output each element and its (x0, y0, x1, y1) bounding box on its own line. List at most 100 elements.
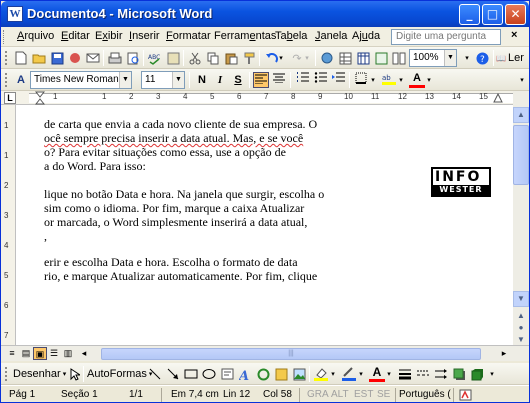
title-bar[interactable]: W Documento4 - Microsoft Word _ □ ✕ (1, 1, 529, 27)
web-layout-icon[interactable]: ▤ (19, 347, 33, 360)
vertical-scrollbar[interactable]: ▲ ▼ ▲ ● ▼ (513, 91, 529, 349)
spelling-status-icon[interactable] (459, 389, 475, 401)
styles-icon[interactable]: A (13, 72, 29, 88)
open-folder-icon[interactable] (31, 50, 47, 66)
borders-dropdown-icon[interactable]: ▾ (369, 72, 377, 88)
document-line[interactable]: o? Para evitar situações como essa, use … (44, 145, 286, 160)
diagram-icon[interactable] (255, 366, 271, 382)
insert-table-icon[interactable] (355, 50, 371, 66)
line-color-dropdown-icon[interactable]: ▾ (357, 366, 365, 382)
document-line[interactable]: erir e escolha Data e hora. Escolha o fo… (44, 255, 298, 270)
menu-inserir[interactable]: Inserir (129, 30, 160, 42)
draw-font-color-dropdown-icon[interactable]: ▾ (385, 366, 393, 382)
horizontal-scroll-thumb[interactable]: ||| (101, 348, 481, 360)
toolbar-grip[interactable] (5, 367, 8, 381)
email-icon[interactable] (85, 50, 101, 66)
document-line[interactable]: sim como o idioma. Por fim, marque a cai… (44, 201, 304, 216)
line-color-icon[interactable] (341, 366, 357, 382)
menu-exibir[interactable]: Exibir (95, 30, 123, 42)
bullets-button[interactable] (312, 72, 328, 88)
redo-dropdown-icon[interactable]: ▾ (303, 50, 311, 66)
status-trk[interactable]: ALT (331, 389, 349, 400)
tables-borders-icon[interactable] (337, 50, 353, 66)
wordart-icon[interactable]: A (237, 366, 253, 382)
print-layout-icon[interactable]: ▣ (33, 347, 47, 360)
borders-button[interactable] (353, 72, 369, 88)
draw-menu-button[interactable]: Desenhar ▾ (13, 366, 69, 382)
document-line[interactable]: or marcada, o Word simplesmente inserirá… (44, 215, 307, 230)
drawing-toolbar-options-icon[interactable]: ▾ (487, 366, 497, 382)
status-rec[interactable]: GRA (307, 389, 329, 400)
spelling-icon[interactable]: ABC (147, 50, 163, 66)
document-line[interactable]: , (44, 229, 47, 244)
print-icon[interactable] (107, 50, 123, 66)
menu-formatar[interactable]: Formatar (166, 30, 211, 42)
menu-editar[interactable]: Editar (61, 30, 90, 42)
new-document-icon[interactable] (13, 50, 29, 66)
shadow-style-icon[interactable] (451, 366, 467, 382)
insert-picture-icon[interactable] (291, 366, 307, 382)
menu-janela[interactable]: Janela (315, 30, 347, 42)
save-icon[interactable] (49, 50, 65, 66)
toolbar-grip[interactable] (5, 51, 8, 65)
word-app-icon[interactable]: W (7, 6, 23, 22)
read-button[interactable]: 📖 Ler (496, 50, 524, 66)
menu-tabela[interactable]: Tabela (275, 30, 307, 42)
status-ovr[interactable]: SE (377, 389, 390, 400)
menu-ajuda[interactable]: Ajuda (352, 30, 380, 42)
document-area[interactable]: de carta que envia a cada novo cliente d… (16, 105, 513, 345)
tab-selector-icon[interactable]: L (4, 92, 16, 104)
horizontal-ruler[interactable]: L 1 1 2 3 4 5 6 7 8 9 10 11 12 13 14 15 (1, 91, 529, 105)
line-tool-icon[interactable] (147, 366, 163, 382)
document-line[interactable]: lique no botão Data e hora. Na janela qu… (44, 187, 324, 202)
zoom-dropdown-icon[interactable]: ▼ (444, 50, 456, 66)
menu-ferramentas[interactable]: Ferramentas (214, 30, 276, 42)
autoshapes-menu-button[interactable]: AutoFormas ▾ (87, 366, 152, 382)
help-icon[interactable]: ? (475, 50, 489, 66)
document-line[interactable]: ocê sempre precisa inserir a data atual.… (44, 131, 303, 146)
indent-marker-icon[interactable] (35, 91, 45, 105)
vertical-scroll-thumb[interactable] (513, 125, 529, 185)
zoom-select[interactable]: 100% ▼ (409, 49, 457, 67)
document-line[interactable]: rio, e marque Atualizar automaticamente.… (44, 269, 317, 284)
vertical-ruler[interactable]: 1 1 2 3 4 5 6 7 (1, 105, 16, 345)
hyperlink-icon[interactable] (319, 50, 335, 66)
textbox-tool-icon[interactable] (219, 366, 235, 382)
rectangle-tool-icon[interactable] (183, 366, 199, 382)
maximize-button[interactable]: □ (482, 4, 503, 25)
font-size-select[interactable]: 11 ▼ (141, 71, 185, 89)
right-indent-icon[interactable] (493, 93, 503, 103)
select-objects-icon[interactable] (67, 366, 83, 382)
outline-view-icon[interactable]: ☰ (47, 347, 61, 360)
font-select[interactable]: Times New Roman ▼ (30, 71, 132, 89)
reading-layout-icon[interactable]: ▥ (61, 347, 75, 360)
font-color-button[interactable]: A (409, 72, 425, 88)
insert-excel-icon[interactable] (373, 50, 389, 66)
status-ext[interactable]: EST (354, 389, 373, 400)
print-preview-icon[interactable] (125, 50, 141, 66)
italic-button[interactable]: I (212, 72, 228, 88)
toolbar-dropdown-icon[interactable]: ▾ (461, 50, 473, 66)
undo-dropdown-icon[interactable]: ▾ (277, 50, 285, 66)
dash-style-icon[interactable] (415, 366, 431, 382)
3d-style-icon[interactable] (469, 366, 485, 382)
arrow-style-icon[interactable] (433, 366, 449, 382)
bold-button[interactable]: N (194, 72, 210, 88)
close-button[interactable]: ✕ (505, 4, 526, 25)
paste-icon[interactable] (223, 50, 239, 66)
draw-font-color-icon[interactable]: A (369, 366, 385, 382)
align-left-button[interactable] (253, 72, 269, 88)
permission-icon[interactable] (67, 50, 83, 66)
document-line[interactable]: a do Word. Para isso: (44, 159, 146, 174)
underline-button[interactable]: S (230, 72, 246, 88)
scroll-up-button[interactable]: ▲ (513, 107, 529, 123)
minimize-button[interactable]: _ (459, 4, 480, 25)
indent-button[interactable] (330, 72, 346, 88)
menu-arquivo[interactable]: Arquivo (17, 30, 54, 42)
copy-icon[interactable] (205, 50, 221, 66)
help-search-input[interactable]: Digite uma pergunta (391, 29, 501, 45)
font-color-dropdown-icon[interactable]: ▾ (425, 72, 433, 88)
numbering-button[interactable] (294, 72, 310, 88)
document-line[interactable]: de carta que envia a cada novo cliente d… (44, 117, 317, 132)
toolbar-options-icon[interactable]: ▾ (517, 72, 527, 88)
